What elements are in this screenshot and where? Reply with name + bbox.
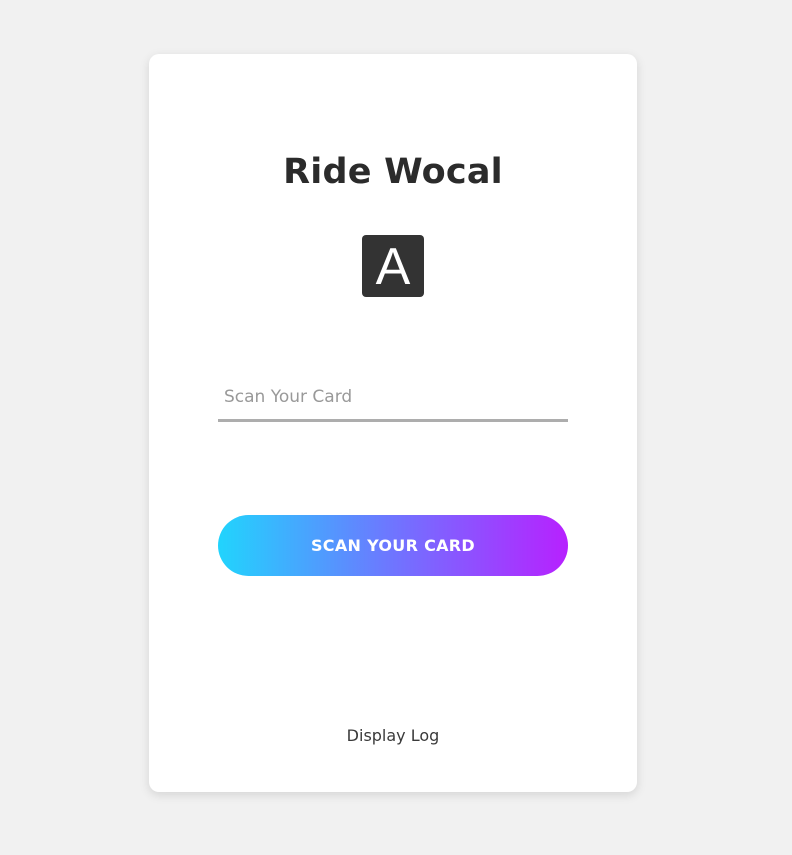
login-card: Ride Wocal A SCAN YOUR CARD Display Log [149,54,637,792]
card-input-wrapper [218,374,568,422]
display-log-link[interactable]: Display Log [149,726,637,745]
logo-letter: A [375,238,411,296]
letter-a-logo-icon: A [362,235,424,297]
scan-card-input[interactable] [218,374,568,422]
app-title: Ride Wocal [283,152,503,192]
scan-card-button[interactable]: SCAN YOUR CARD [218,515,568,576]
